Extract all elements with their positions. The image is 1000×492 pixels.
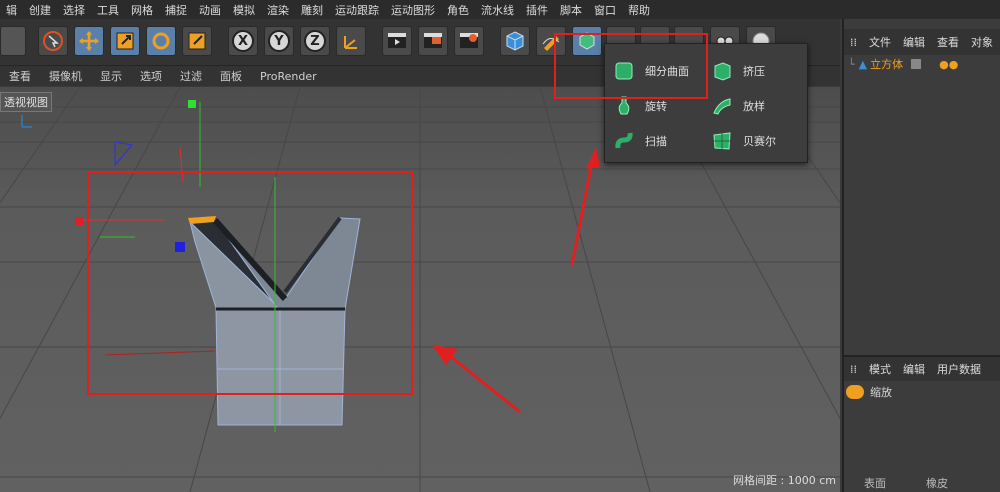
undo-icon[interactable] — [0, 26, 26, 56]
subdivision-surface-icon — [613, 60, 635, 82]
object-menu-edit[interactable]: 编辑 — [897, 34, 931, 50]
scale-tool-icon — [846, 385, 864, 399]
object-menu-view[interactable]: 查看 — [931, 34, 965, 50]
popup-item-label: 放样 — [743, 100, 765, 113]
attr-menu-edit[interactable]: 编辑 — [897, 361, 931, 377]
move-icon[interactable] — [74, 26, 104, 56]
menu-item-select[interactable]: 选择 — [57, 2, 91, 18]
popup-item-label: 扫描 — [645, 135, 667, 148]
extrude-icon — [711, 60, 733, 82]
handle-icon: ⁞⁞ — [850, 362, 857, 376]
popup-item-subdivision-surface[interactable]: 细分曲面 — [613, 56, 689, 86]
object-menu-objects[interactable]: 对象 — [965, 34, 999, 50]
pen-spline-icon[interactable] — [536, 26, 566, 56]
menu-item-mograph[interactable]: 运动图形 — [385, 2, 441, 18]
coordinate-system-icon[interactable] — [336, 26, 366, 56]
menu-item-motion-tracker[interactable]: 运动跟踪 — [329, 2, 385, 18]
attr-menu-mode[interactable]: 模式 — [863, 361, 897, 377]
x-axis-label: X — [232, 30, 254, 52]
menu-item-create[interactable]: 创建 — [23, 2, 57, 18]
grid-spacing-readout: 网格间距 : 1000 cm — [733, 474, 836, 487]
attr-options-row: 表面 橡皮 — [864, 475, 948, 491]
popup-item-label: 挤压 — [743, 65, 765, 78]
x-axis-lock-icon[interactable]: X — [228, 26, 258, 56]
viewport-menu-filter[interactable]: 过滤 — [171, 68, 211, 84]
attr-tool-name: 缩放 — [870, 386, 892, 399]
bezier-icon — [711, 130, 733, 152]
object-manager-menu: ⁞⁞ 文件 编辑 查看 对象 — [844, 29, 1000, 55]
y-axis-label: Y — [268, 30, 290, 52]
tree-line-icon: └ — [848, 57, 855, 71]
attr-menu-user-data[interactable]: 用户数据 — [931, 361, 987, 377]
rotate-icon[interactable] — [146, 26, 176, 56]
popup-item-label: 贝赛尔 — [743, 135, 776, 148]
render-settings-icon[interactable] — [454, 26, 484, 56]
popup-item-sweep[interactable]: 扫描 — [613, 126, 667, 156]
generator-popup-menu: 细分曲面 挤压 旋转 放样 扫描 贝赛尔 — [604, 43, 808, 163]
z-axis-label: Z — [304, 30, 326, 52]
loft-icon — [711, 95, 733, 117]
render-picture-viewer-icon[interactable] — [418, 26, 448, 56]
menu-item-render[interactable]: 渲染 — [261, 2, 295, 18]
viewport-menu-display[interactable]: 显示 — [91, 68, 131, 84]
surface-option[interactable]: 表面 — [864, 475, 886, 491]
menu-item-simulate[interactable]: 模拟 — [227, 2, 261, 18]
attribute-manager-menu: ⁞⁞ 模式 编辑 用户数据 — [844, 355, 1000, 381]
generator-group-icon[interactable] — [572, 26, 602, 56]
cube-object-icon[interactable] — [500, 26, 530, 56]
rubber-option[interactable]: 橡皮 — [926, 475, 948, 491]
handle-icon: ⁞⁞ — [850, 35, 857, 49]
object-manager-panel: ⁞⁞ 文件 编辑 查看 对象 └ ▲ 立方体 ●● ⁞⁞ 模式 编辑 用户数据 … — [842, 19, 1000, 492]
viewport-menu-view[interactable]: 查看 — [0, 68, 40, 84]
popup-item-extrude[interactable]: 挤压 — [711, 56, 765, 86]
menu-item-animate[interactable]: 动画 — [193, 2, 227, 18]
menu-bar: 辑 创建 选择 工具 网格 捕捉 动画 模拟 渲染 雕刻 运动跟踪 运动图形 角… — [0, 0, 1000, 19]
recent-tool-icon[interactable] — [182, 26, 212, 56]
popup-item-label: 细分曲面 — [645, 65, 689, 78]
lathe-icon — [613, 95, 635, 117]
sweep-icon — [613, 130, 635, 152]
viewport-menu-options[interactable]: 选项 — [131, 68, 171, 84]
menu-item-tools[interactable]: 工具 — [91, 2, 125, 18]
y-axis-lock-icon[interactable]: Y — [264, 26, 294, 56]
menu-item-sculpt[interactable]: 雕刻 — [295, 2, 329, 18]
cube-object-icon: ▲ — [858, 57, 868, 71]
material-tag-icon[interactable]: ●● — [939, 58, 958, 71]
menu-item-snap[interactable]: 捕捉 — [159, 2, 193, 18]
viewport-menu-panel[interactable]: 面板 — [211, 68, 251, 84]
viewport-menu-cameras[interactable]: 摄像机 — [40, 68, 91, 84]
object-name: 立方体 — [870, 58, 904, 71]
scale-icon[interactable] — [110, 26, 140, 56]
menu-item-script[interactable]: 脚本 — [554, 2, 588, 18]
viewport-label: 透视视图 — [0, 92, 52, 112]
popup-item-label: 旋转 — [645, 100, 667, 113]
viewport-menu-prorender[interactable]: ProRender — [251, 70, 326, 83]
popup-item-bezier[interactable]: 贝赛尔 — [711, 126, 776, 156]
menu-item-edit[interactable]: 辑 — [0, 2, 23, 18]
popup-item-loft[interactable]: 放样 — [711, 91, 765, 121]
visibility-icon[interactable] — [911, 59, 922, 69]
popup-item-lathe[interactable]: 旋转 — [613, 91, 667, 121]
attr-tool-row: 缩放 — [844, 383, 892, 401]
menu-item-window[interactable]: 窗口 — [588, 2, 622, 18]
menu-item-plugins[interactable]: 插件 — [520, 2, 554, 18]
object-row-cube[interactable]: └ ▲ 立方体 ●● — [844, 55, 1000, 73]
render-view-icon[interactable] — [382, 26, 412, 56]
menu-item-help[interactable]: 帮助 — [622, 2, 656, 18]
z-axis-lock-icon[interactable]: Z — [300, 26, 330, 56]
menu-item-character[interactable]: 角色 — [441, 2, 475, 18]
menu-item-pipeline[interactable]: 流水线 — [475, 2, 520, 18]
live-select-icon[interactable] — [38, 26, 68, 56]
object-menu-file[interactable]: 文件 — [863, 34, 897, 50]
menu-item-mesh[interactable]: 网格 — [125, 2, 159, 18]
